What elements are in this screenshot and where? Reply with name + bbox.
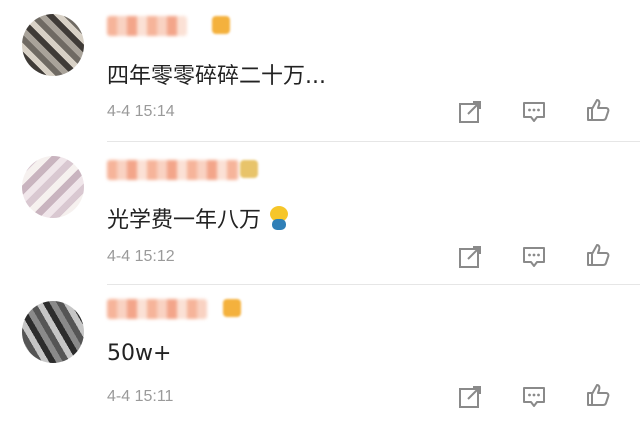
user-badge-icon: [240, 160, 258, 178]
comment-item: 四年零零碎碎二十万... 4-4 15:14: [0, 0, 640, 142]
avatar[interactable]: [22, 301, 84, 363]
avatar[interactable]: [22, 14, 84, 76]
username-blurred[interactable]: [107, 16, 187, 36]
username-blurred[interactable]: [107, 160, 239, 180]
thumbs-up-icon[interactable]: [585, 242, 611, 268]
share-icon[interactable]: [457, 244, 483, 270]
comment-icon[interactable]: [521, 244, 547, 270]
comment-time: 4-4 15:14: [107, 103, 175, 120]
comment-item: 50w+ 4-4 15:11: [0, 285, 640, 434]
comment-item: 光学费一年八万 4-4 15:12: [0, 142, 640, 285]
thumbs-up-icon[interactable]: [585, 382, 611, 408]
thumbs-up-icon[interactable]: [585, 97, 611, 123]
username-blurred[interactable]: [107, 299, 207, 319]
comment-text: 50w+: [107, 341, 172, 366]
share-icon[interactable]: [457, 384, 483, 410]
user-badge-icon: [212, 16, 230, 34]
comment-text: 四年零零碎碎二十万...: [107, 64, 326, 89]
avatar[interactable]: [22, 156, 84, 218]
comment-time: 4-4 15:12: [107, 248, 175, 265]
comment-time: 4-4 15:11: [107, 388, 174, 405]
emoji-icon: [269, 206, 289, 230]
comments-screen: { "comments": [ {"text": "四年零零碎碎二十万...",…: [0, 0, 640, 434]
user-badge-icon: [223, 299, 241, 317]
share-icon[interactable]: [457, 99, 483, 125]
comment-text-content: 光学费一年八万: [107, 208, 262, 233]
comment-icon[interactable]: [521, 99, 547, 125]
comment-text: 光学费一年八万: [107, 202, 289, 234]
comment-icon[interactable]: [521, 384, 547, 410]
